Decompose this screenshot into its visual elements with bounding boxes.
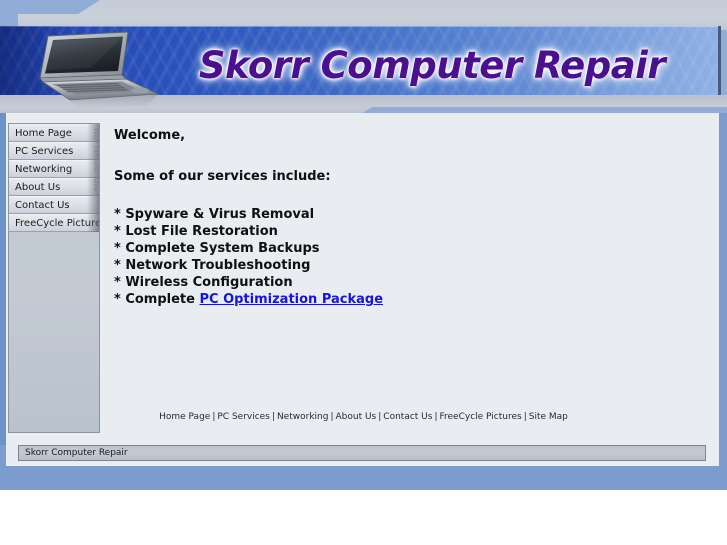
footer-link-contact-us[interactable]: Contact Us xyxy=(383,412,432,422)
footer-link-pc-services[interactable]: PC Services xyxy=(217,412,270,422)
statusbar-container: Skorr Computer Repair xyxy=(6,440,719,466)
service-item: * Lost File Restoration xyxy=(114,223,709,240)
service-item: * Complete PC Optimization Package xyxy=(114,291,709,308)
statusbar: Skorr Computer Repair xyxy=(18,445,706,461)
content-left-border xyxy=(0,113,6,445)
browser-page: Skorr Computer Repair Home Page PC Servic… xyxy=(0,0,727,545)
footer-link-networking[interactable]: Networking xyxy=(277,412,329,422)
sidebar-item-label: Networking xyxy=(15,164,73,175)
service-text: * Lost File Restoration xyxy=(114,224,278,239)
sidebar-item-label: About Us xyxy=(15,182,61,193)
footer-link-home-page[interactable]: Home Page xyxy=(159,412,210,422)
site-header: Skorr Computer Repair xyxy=(0,0,727,122)
services-intro: Some of our services include: xyxy=(114,169,331,184)
site-title: Skorr Computer Repair xyxy=(198,44,666,87)
content-right-border xyxy=(719,113,727,445)
sidebar-item-label: PC Services xyxy=(15,146,74,157)
sidebar-item-list: Home Page PC Services Networking About Us Co… xyxy=(9,124,99,232)
main-content: Welcome, Some of our services include: *… xyxy=(114,128,709,308)
welcome-heading: Welcome, xyxy=(114,128,186,143)
footer-separator: | xyxy=(271,412,275,422)
sidebar-item-pc-services[interactable]: PC Services xyxy=(9,142,99,160)
sidebar-item-networking[interactable]: Networking xyxy=(9,160,99,178)
service-text: * Wireless Configuration xyxy=(114,275,293,290)
sidebar-item-home-page[interactable]: Home Page xyxy=(9,124,99,142)
sidebar-item-label: Home Page xyxy=(15,128,72,139)
service-item: * Complete System Backups xyxy=(114,240,709,257)
sidebar-item-freecycle-pictures[interactable]: FreeCycle Pictures xyxy=(9,214,99,232)
service-text: * Spyware & Virus Removal xyxy=(114,207,315,222)
service-link[interactable]: PC Optimization Package xyxy=(199,292,383,307)
service-item: * Wireless Configuration xyxy=(114,274,709,291)
footer-nav: Home Page | PC Services | Networking | About U… xyxy=(0,412,727,422)
service-item: * Network Troubleshooting xyxy=(114,257,709,274)
footer-separator: | xyxy=(330,412,334,422)
sidebar-nav: Home Page PC Services Networking About Us Co… xyxy=(8,123,100,433)
footer-link-freecycle-pictures[interactable]: FreeCycle Pictures xyxy=(440,412,522,422)
sidebar-item-label: FreeCycle Pictures xyxy=(15,218,99,229)
service-text: * Complete xyxy=(114,292,200,307)
banner-right-border xyxy=(718,26,721,96)
sidebar-item-label: Contact Us xyxy=(15,200,70,211)
service-text: * Complete System Backups xyxy=(114,241,320,256)
page-bottom-band xyxy=(0,466,727,490)
laptop-icon xyxy=(39,31,160,108)
services-list: * Spyware & Virus Removal * Lost File Res… xyxy=(114,206,709,308)
service-item: * Spyware & Virus Removal xyxy=(114,206,709,223)
footer-link-site-map[interactable]: Site Map xyxy=(529,412,568,422)
sidebar-item-about-us[interactable]: About Us xyxy=(9,178,99,196)
footer-separator: | xyxy=(523,412,527,422)
footer-link-about-us[interactable]: About Us xyxy=(336,412,377,422)
service-text: * Network Troubleshooting xyxy=(114,258,311,273)
outside-page-area xyxy=(0,490,727,545)
footer-separator: | xyxy=(434,412,438,422)
sidebar-item-contact-us[interactable]: Contact Us xyxy=(9,196,99,214)
